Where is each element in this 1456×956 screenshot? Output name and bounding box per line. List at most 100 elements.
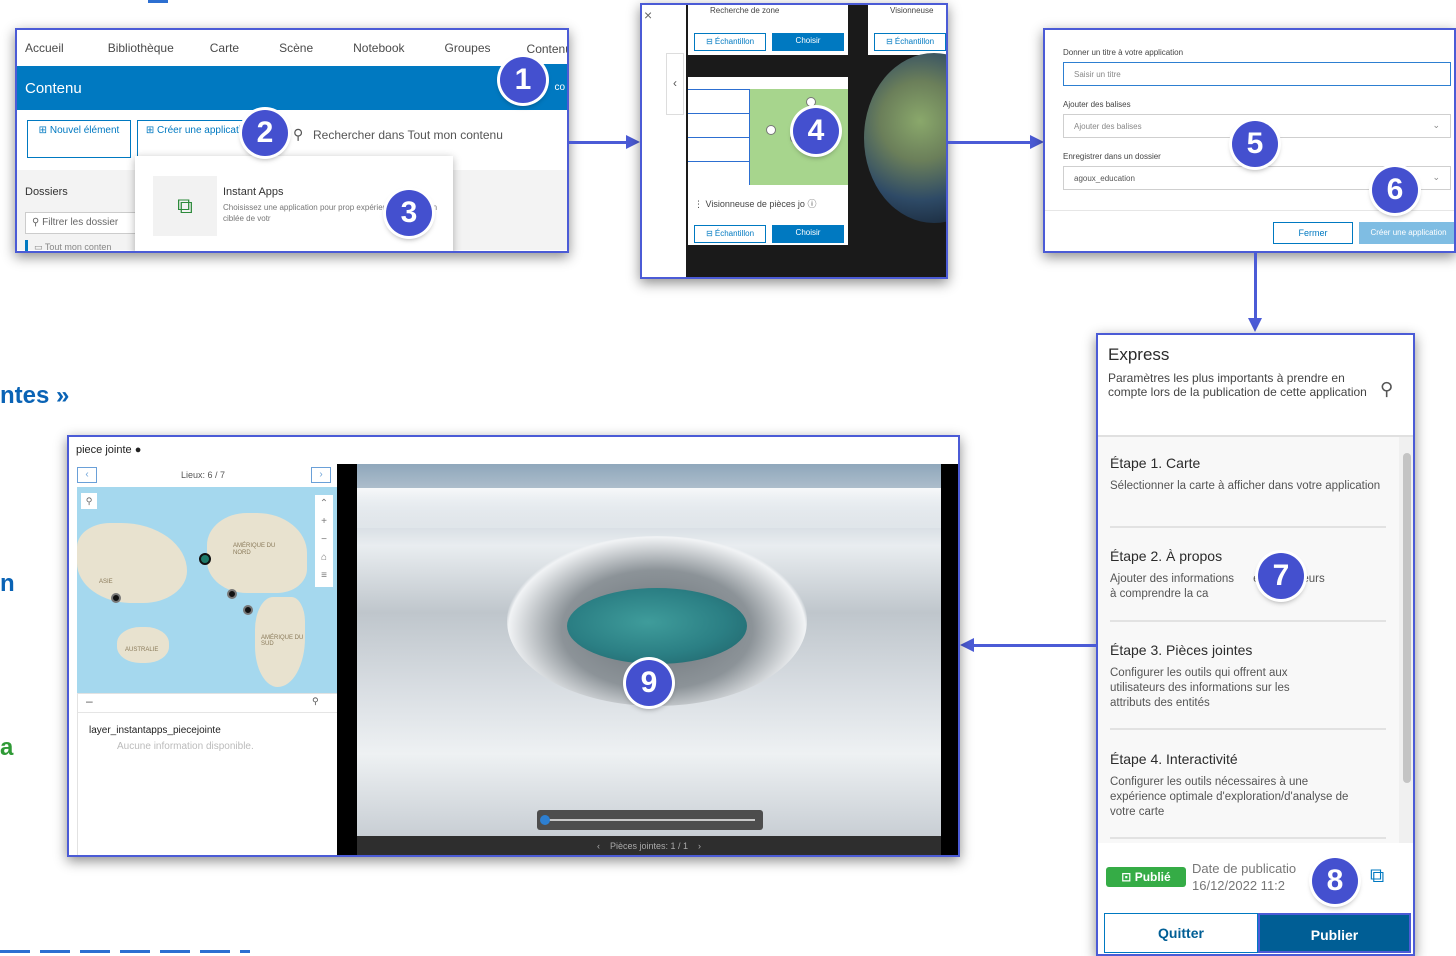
side-text-2: n: [0, 570, 15, 597]
panel-template-gallery: × ‹ Recherche de zone ⊟ Échantillon Choi…: [640, 3, 948, 279]
published-badge: ⊡ Publié: [1106, 867, 1186, 887]
card-preview-grid: [688, 89, 750, 185]
sample-icon-2: ⊟: [885, 37, 893, 46]
next-attachment-icon[interactable]: ›: [698, 841, 701, 851]
prev-location-button[interactable]: ‹: [77, 467, 97, 483]
sample-button-1[interactable]: ⊟ Échantillon: [694, 33, 766, 51]
gallery-left-strip: [642, 5, 686, 277]
lightbulb-icon[interactable]: ⚲: [1380, 379, 1393, 400]
card-attach-title: ⋮ Visionneuse de pièces jo ⓘ: [694, 199, 817, 209]
step-1[interactable]: Étape 1. Carte Sélectionner la carte à a…: [1110, 455, 1386, 494]
scrollbar-track[interactable]: [1399, 437, 1413, 843]
step-divider: [1110, 728, 1386, 730]
nav-groupes[interactable]: Groupes: [437, 41, 491, 55]
open-new-window-icon[interactable]: ⧉: [1370, 865, 1384, 888]
map-marker-selected[interactable]: [199, 553, 211, 565]
nav-notebook[interactable]: Notebook: [345, 41, 404, 55]
create-application-button[interactable]: Créer une application: [1359, 222, 1454, 244]
step-1-title: Étape 1. Carte: [1110, 455, 1201, 471]
new-item-button[interactable]: ⊞ Nouvel élément: [27, 120, 131, 158]
card-zone-title: Recherche de zone: [710, 6, 780, 15]
map-dot-2: [766, 125, 776, 135]
top-nav: Accueil Bibliothèque Carte Scène Noteboo…: [17, 30, 567, 67]
create-app-label: Créer une application: [157, 125, 253, 136]
step-divider: [1110, 526, 1386, 528]
zoom-out-icon[interactable]: −: [315, 531, 333, 549]
attachments-counter: Pièces jointes: 1 / 1: [609, 841, 689, 851]
scrub-handle[interactable]: [540, 815, 550, 825]
folder-value: agoux_education: [1074, 174, 1135, 183]
all-content-item[interactable]: ▭ Tout mon conten: [25, 240, 143, 252]
map-zoom-search-icon[interactable]: ⚲: [81, 493, 97, 509]
publish-button[interactable]: Publier: [1258, 913, 1411, 953]
arrow-head-1: [626, 135, 640, 149]
map-marker[interactable]: [227, 589, 237, 599]
search-input[interactable]: Rechercher dans Tout mon contenu: [313, 128, 503, 142]
folders-heading: Dossiers: [25, 186, 68, 198]
sample-button-2[interactable]: ⊟ Échantillon: [874, 33, 946, 51]
filter-folders-input[interactable]: ⚲ Filtrer les dossier: [25, 212, 143, 234]
info-panel: – ⚲: [77, 693, 339, 855]
info-icon: ⓘ: [807, 199, 817, 209]
band-cut-text: co: [554, 82, 565, 93]
step-3-desc: Configurer les outils qui offrent aux ut…: [1110, 667, 1290, 709]
map-marker[interactable]: [243, 605, 253, 615]
map-label-north-america: AMÉRIQUE DU NORD: [233, 543, 276, 556]
arrow-1-to-2: [569, 141, 627, 144]
prev-attachment-icon[interactable]: ‹: [597, 841, 600, 851]
sample-button-3[interactable]: ⊟ Échantillon: [694, 225, 766, 243]
step-4[interactable]: Étape 4. Interactivité Configurer les ou…: [1110, 751, 1386, 820]
arrow-4-to-5: [972, 644, 1096, 647]
step-2[interactable]: Étape 2. À propos Ajouter des informatio…: [1110, 548, 1386, 602]
next-location-button[interactable]: ›: [311, 467, 331, 483]
card-viewer-top: Visionneuse ⊟ Échantillon: [868, 5, 946, 55]
arrow-3-to-4: [1254, 253, 1257, 319]
close-button[interactable]: Fermer: [1273, 222, 1353, 244]
nav-carte[interactable]: Carte: [202, 41, 239, 55]
panel-attachment-viewer-app: piece jointe ● ‹ Lieux: 6 / 7 › AMÉRIQUE…: [67, 435, 960, 857]
collapse-handle[interactable]: ‹: [666, 53, 684, 115]
arrow-head-2: [1030, 135, 1044, 149]
step-badge-6: 6: [1372, 167, 1418, 213]
scrollbar-thumb[interactable]: [1403, 453, 1411, 783]
info-minimize-icon[interactable]: –: [86, 694, 93, 708]
all-content-label: Tout mon conten: [44, 242, 112, 252]
step-badge-7: 7: [1258, 553, 1304, 599]
layers-icon[interactable]: ≡: [315, 567, 333, 585]
choose-button-3[interactable]: Choisir: [772, 225, 844, 243]
nav-scene[interactable]: Scène: [271, 41, 313, 55]
no-info-text: Aucune information disponible.: [117, 741, 254, 752]
collapse-icon[interactable]: ⌃: [315, 495, 333, 513]
panel-express-setup: Express Paramètres les plus importants à…: [1096, 333, 1415, 956]
instant-apps-option[interactable]: Instant Apps: [223, 186, 284, 198]
step-badge-3: 3: [386, 190, 432, 236]
choose-button-1[interactable]: Choisir: [772, 33, 844, 51]
quit-button[interactable]: Quitter: [1104, 913, 1258, 953]
step-badge-8: 8: [1312, 858, 1358, 904]
nav-bibliotheque[interactable]: Bibliothèque: [100, 41, 174, 55]
continent-asia: [77, 523, 187, 603]
step-4-desc: Configurer les outils nécessaires à une …: [1110, 776, 1349, 818]
media-scrub-bar[interactable]: [537, 810, 763, 830]
close-icon[interactable]: ×: [644, 7, 652, 23]
step-1-desc: Sélectionner la carte à afficher dans vo…: [1110, 480, 1381, 492]
map-label-asia: ASIE: [99, 579, 113, 585]
side-text-1: ntes »: [0, 382, 70, 409]
zoom-in-icon[interactable]: +: [315, 513, 333, 531]
instant-apps-icon: ⧉: [153, 176, 217, 236]
map-marker[interactable]: [111, 593, 121, 603]
nav-accueil[interactable]: Accueil: [17, 41, 64, 55]
home-icon[interactable]: ⌂: [315, 549, 333, 567]
tags-placeholder: Ajouter des balises: [1074, 122, 1142, 131]
page-title: Contenu: [25, 80, 82, 97]
step-2-title: Étape 2. À propos: [1110, 548, 1223, 564]
info-icon[interactable]: ●: [135, 444, 142, 456]
info-zoom-icon[interactable]: ⚲: [312, 696, 319, 707]
step-badge-5: 5: [1232, 121, 1278, 167]
attachments-bar: ‹ Pièces jointes: 1 / 1 ›: [357, 836, 941, 855]
world-map[interactable]: AMÉRIQUE DU NORD ASIE AMÉRIQUE DU SUD AU…: [77, 487, 339, 693]
step-badge-9: 9: [626, 660, 672, 706]
step-divider: [1110, 620, 1386, 622]
step-3[interactable]: Étape 3. Pièces jointes Configurer les o…: [1110, 642, 1386, 711]
title-input[interactable]: Saisir un titre: [1063, 62, 1451, 86]
